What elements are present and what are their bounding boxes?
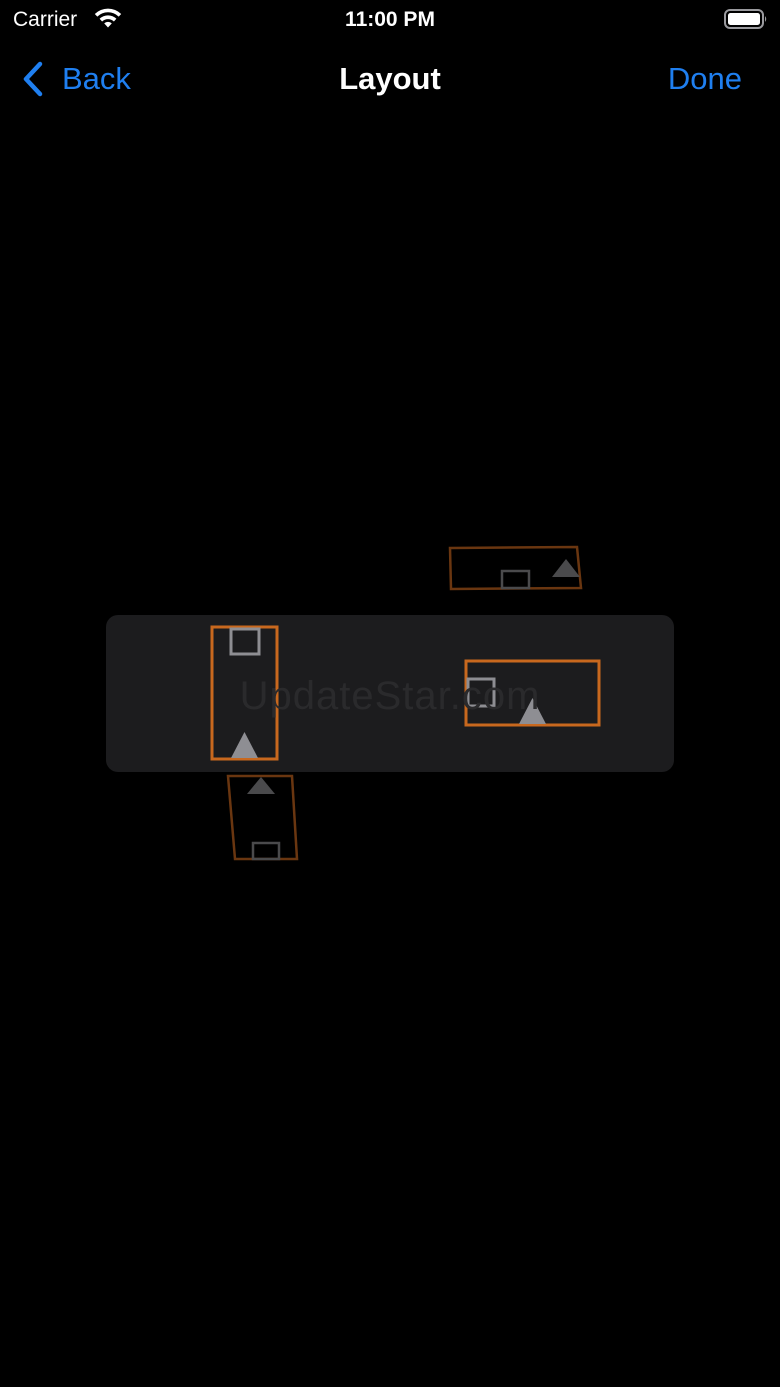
watermark-text: UpdateStar.com [239,674,541,718]
screen: Carrier 11:00 PM Back Layout Done Update… [0,0,780,1387]
ghost-frame-bottom [226,774,299,861]
ghost-square-icon [251,841,281,861]
ghost-triangle-icon [247,777,275,794]
ghost-triangle-icon [552,559,580,577]
ghost-square-icon [500,569,531,590]
ghost-frame-top [448,545,583,591]
